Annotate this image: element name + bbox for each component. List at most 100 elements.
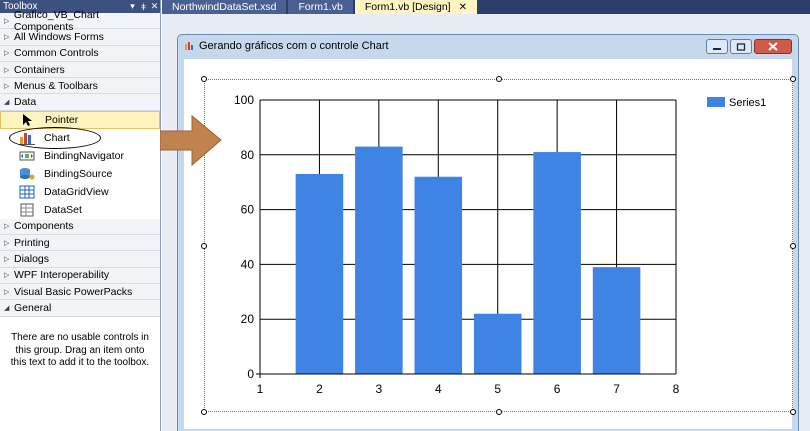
close-window-icon [768,42,778,51]
toolbox-group-header[interactable]: ▷ WPF Interoperability [0,267,160,284]
x-tick-label: 7 [613,382,620,396]
toolbox-list: ▷ Grafico_VB_Chart Components ▷ All Windows… [0,9,160,317]
toolbox-group-header[interactable]: ▷ Menus & Toolbars [0,78,160,95]
collapsed-arrow-icon: ▷ [4,256,10,264]
tab-form1-design[interactable]: Form1.vb [Design] ✕ [354,0,477,14]
resize-handle[interactable] [790,409,796,415]
toolbox-item-dataset[interactable]: DataSet [0,201,160,219]
toolbox-item-label: BindingNavigator [44,149,124,162]
collapsed-arrow-icon: ▷ [4,239,10,247]
bar [295,173,344,374]
close-tab-icon[interactable]: ✕ [459,2,467,13]
legend-label: Series1 [729,97,766,109]
chart-highlight-ellipse [9,126,101,149]
x-tick-label: 5 [494,382,501,396]
toolbox-group-header[interactable]: ◢ Data [0,94,160,111]
group-label: Printing [14,236,50,249]
toolbox-group-header[interactable]: ▷ Dialogs [0,251,160,268]
chart: 1 2 3 4 5 6 7 8020406080100 Series1 [234,93,766,396]
collapsed-arrow-icon: ▷ [4,82,10,90]
collapsed-arrow-icon: ▷ [4,50,10,58]
close-button[interactable] [754,39,792,54]
x-tick-label: 1 [257,382,264,396]
y-tick-label: 0 [247,367,254,381]
toolbox-group-header[interactable]: ▷ Components [0,218,160,236]
window-buttons [704,39,792,54]
maximize-button[interactable] [730,39,752,54]
datagridview-icon [18,185,36,199]
collapsed-arrow-icon: ▷ [4,33,10,41]
group-label: Data [14,96,37,109]
bar [414,176,463,374]
tab-label: Form1.vb [298,1,343,13]
toolbox-group-header[interactable]: ▷ Printing [0,235,160,252]
bar [592,267,641,374]
resize-handle[interactable] [495,409,502,415]
x-tick-label: 2 [316,382,323,396]
toolbox-group-header[interactable]: ▷ Containers [0,61,160,79]
group-label: Visual Basic PowerPacks [14,285,133,298]
resize-handle[interactable] [201,76,207,82]
binding-source-icon [18,167,36,181]
group-label: All Windows Forms [14,30,104,43]
toolbox-item-chart[interactable]: Chart [0,126,160,149]
y-tick-label: 100 [234,93,254,107]
bar [533,152,581,374]
toolbox-empty-message: There are no usable controls in this gro… [10,332,150,368]
chart-control[interactable]: 1 2 3 4 5 6 7 8 0 20 40 60 80 100 Series1 [204,79,793,412]
toolbox-group-header[interactable]: ▷ Grafico_VB_Chart Components [0,9,160,33]
resize-handle[interactable] [201,409,207,415]
resize-handle[interactable] [201,242,207,249]
group-label: Containers [14,63,65,76]
arrow-annotation [160,114,222,167]
x-tick-label: 3 [376,382,383,396]
bar [473,313,522,374]
resize-handle[interactable] [495,76,502,82]
group-label: Components [14,220,74,233]
dataset-icon [18,203,36,217]
form-icon [185,42,193,50]
bar [355,146,403,374]
toolbox-item-binding-source[interactable]: BindingSource [0,165,160,183]
x-tick-label: 6 [554,382,561,396]
group-label: General [14,301,52,314]
tab-label: Form1.vb [Design] [364,1,451,13]
group-label: Menus & Toolbars [14,79,98,92]
collapsed-arrow-icon: ▷ [4,223,10,231]
toolbox-item-binding-navigator[interactable]: BindingNavigator [0,147,160,165]
y-tick-label: 20 [241,312,255,326]
x-tick-label: 8 [673,382,680,396]
form-title: Gerando gráficos com o controle Chart [199,40,389,52]
minimize-icon [713,47,721,50]
toolbox-panel: Toolbox ▾ ǂ ✕ ▷ Grafico_VB_Chart Componen… [0,0,161,431]
group-label: Dialogs [14,253,50,266]
y-tick-label: 40 [241,257,255,271]
toolbox-item-label: DataSet [44,203,82,216]
toolbox-item-label: BindingSource [44,167,113,180]
group-label: Grafico_VB_Chart Components [13,8,100,33]
group-label: Common Controls [14,47,99,60]
legend-swatch [707,97,725,107]
toolbox-item-label: Pointer [45,113,79,126]
tab-form1-code[interactable]: Form1.vb [288,0,353,14]
y-tick-label: 60 [241,203,255,217]
toolbox-group-header[interactable]: ◢ General [0,300,160,317]
tab-northwind-dataset[interactable]: NorthwindDataSet.xsd [162,0,287,14]
expanded-arrow-icon: ◢ [4,304,10,312]
document-tabs: NorthwindDataSet.xsd Form1.vb Form1.vb [… [162,0,810,14]
resize-handle[interactable] [790,242,796,249]
toolbox-item-pointer[interactable]: Pointer [0,110,160,129]
group-label: WPF Interoperability [14,269,110,282]
pointer-icon [19,113,37,127]
toolbox-group-header[interactable]: ▷ Visual Basic PowerPacks [0,283,160,301]
toolbox-group-header[interactable]: ▷ Common Controls [0,45,160,62]
collapsed-arrow-icon: ▷ [4,66,10,74]
minimize-button[interactable] [706,39,728,54]
resize-handle[interactable] [790,76,796,82]
toolbox-item-label: DataGridView [44,185,109,198]
toolbox-item-datagridview[interactable]: DataGridView [0,183,160,201]
x-tick-label: 4 [435,382,442,396]
tab-label: NorthwindDataSet.xsd [172,1,277,13]
binding-navigator-icon [18,149,36,163]
collapsed-arrow-icon: ▷ [4,17,10,25]
